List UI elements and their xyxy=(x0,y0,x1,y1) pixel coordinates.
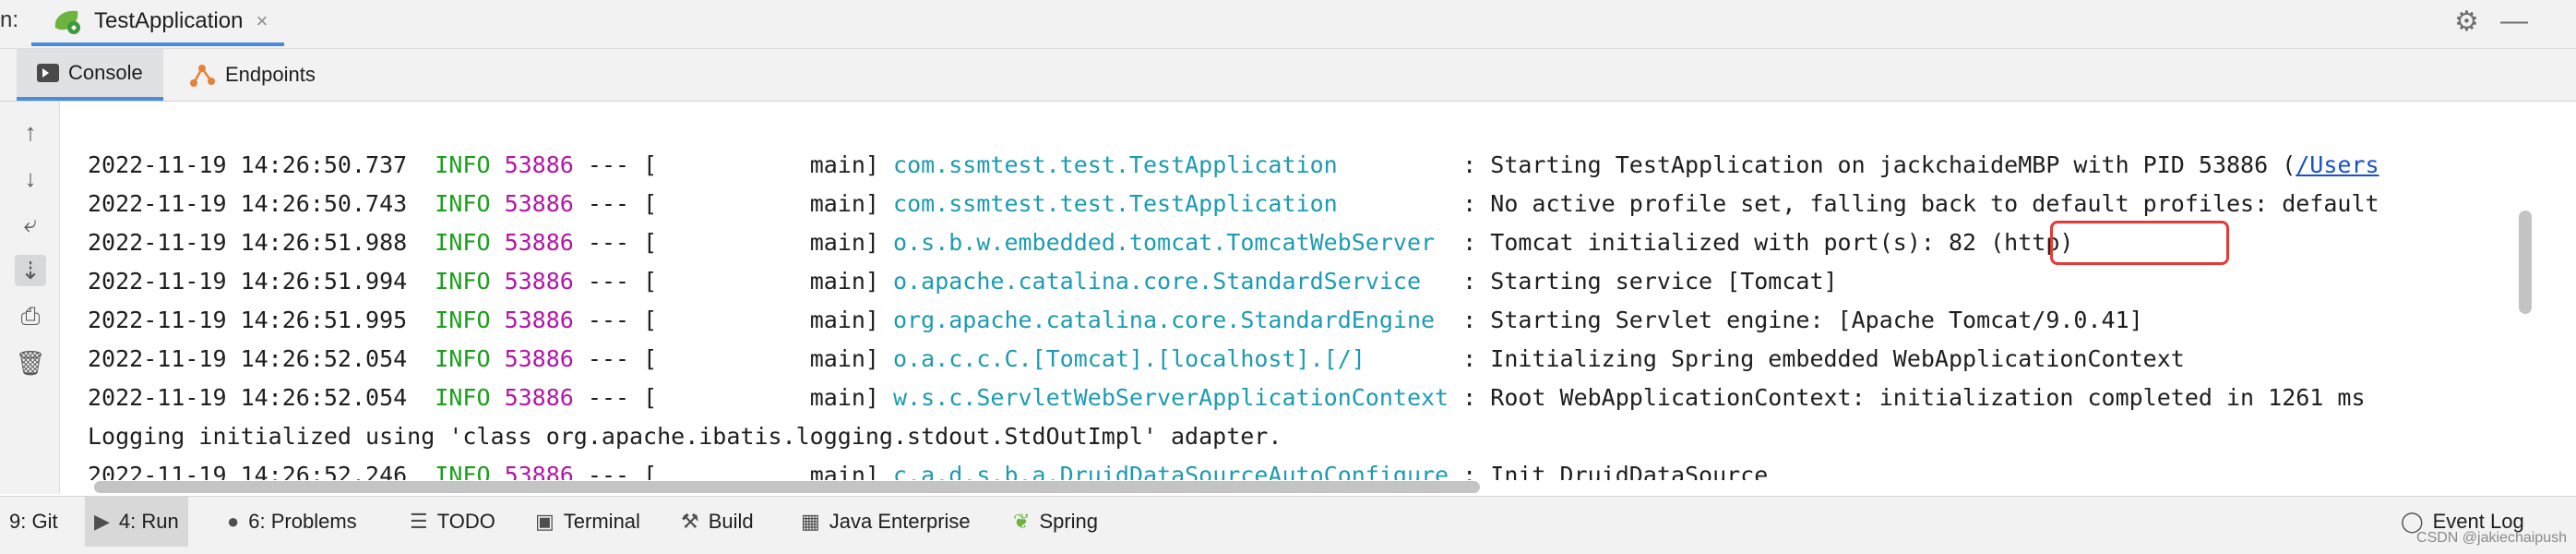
tool-git[interactable]: 9: Git xyxy=(0,497,67,547)
console-icon xyxy=(37,64,59,82)
run-icon: ▶ xyxy=(94,510,110,533)
hammer-icon: ⚒ xyxy=(681,510,699,533)
tool-git-label: 9: Git xyxy=(9,510,58,533)
tab-console[interactable]: Console xyxy=(17,49,163,101)
log-line: 2022-11-19 14:26:51.994 INFO 53886 --- [… xyxy=(88,268,1838,295)
tool-window-bar: 9: Git ▶ 4: Run ● 6: Problems ☰ TODO ▣ T… xyxy=(0,496,2576,547)
horizontal-scrollbar[interactable] xyxy=(94,481,1480,493)
logger-link[interactable]: org.apache.catalina.core.StandardEngine xyxy=(893,307,1449,333)
logger-link[interactable]: o.apache.catalina.core.StandardService xyxy=(893,268,1449,295)
logger-link[interactable]: com.ssmtest.test.TestApplication xyxy=(893,151,1449,178)
tool-java-enterprise[interactable]: ▦ Java Enterprise xyxy=(792,497,980,547)
tab-endpoints-label: Endpoints xyxy=(225,63,316,86)
log-line-plain: Logging initialized using 'class org.apa… xyxy=(88,423,1282,450)
tool-problems-label: 6: Problems xyxy=(248,510,357,533)
run-label: n: xyxy=(0,7,19,32)
tool-build[interactable]: ⚒ Build xyxy=(672,497,763,547)
spring-leaf-icon: ❦ xyxy=(1013,510,1031,533)
terminal-icon: ▣ xyxy=(535,510,555,533)
log-line: 2022-11-19 14:26:52.054 INFO 53886 --- [… xyxy=(88,345,2185,372)
log-line-partial: 2022-11-19 14:26:52.246 INFO 53886 --- [… xyxy=(88,462,1769,480)
log-line: 2022-11-19 14:26:50.743 INFO 53886 --- [… xyxy=(88,190,2379,217)
watermark: CSDN @jakiechaipush xyxy=(2416,530,2567,546)
soft-wrap-icon[interactable]: ⤶ xyxy=(15,209,46,240)
run-tab-testapplication[interactable]: TestApplication × xyxy=(31,0,285,46)
log-line: 2022-11-19 14:26:51.988 INFO 53886 --- [… xyxy=(88,229,2074,256)
endpoints-icon xyxy=(190,65,215,87)
logger-link[interactable]: o.s.b.w.embedded.tomcat.TomcatWebServer xyxy=(893,229,1449,256)
console-output[interactable]: 2022-11-19 14:26:50.737 INFO 53886 --- [… xyxy=(60,102,2514,480)
tool-java-enterprise-label: Java Enterprise xyxy=(829,510,971,533)
path-link[interactable]: /Users xyxy=(2296,151,2379,178)
tab-endpoints[interactable]: Endpoints xyxy=(168,49,336,101)
vertical-scrollbar[interactable] xyxy=(2519,211,2532,314)
logger-link[interactable]: com.ssmtest.test.TestApplication xyxy=(893,190,1449,217)
status-bar xyxy=(0,547,2576,554)
scroll-to-end-icon[interactable]: ⇣ xyxy=(15,255,46,286)
tool-run-label: 4: Run xyxy=(118,510,179,533)
spring-boot-run-icon xyxy=(54,10,80,34)
tool-problems[interactable]: ● 6: Problems xyxy=(218,497,366,547)
problems-icon: ● xyxy=(227,510,240,533)
tool-todo[interactable]: ☰ TODO xyxy=(400,497,505,547)
console-subtabs: Console Endpoints xyxy=(0,49,2576,102)
tool-run[interactable]: ▶ 4: Run xyxy=(85,497,188,547)
logger-link[interactable]: o.a.c.c.C.[Tomcat].[localhost].[/] xyxy=(893,345,1449,372)
print-icon[interactable]: ⎙ xyxy=(15,301,46,332)
minimize-icon[interactable]: — xyxy=(2500,6,2528,37)
run-tab-title: TestApplication xyxy=(94,8,244,33)
logger-link[interactable]: w.s.c.ServletWebServerApplicationContext xyxy=(893,384,1449,411)
run-tool-window-header: n: TestApplication × ⚙ — xyxy=(0,0,2576,49)
tool-terminal-label: Terminal xyxy=(563,510,640,533)
port-highlight-box xyxy=(2050,221,2229,265)
tool-todo-label: TODO xyxy=(436,510,495,533)
trash-icon[interactable]: 🗑 xyxy=(15,347,46,379)
log-line: 2022-11-19 14:26:52.054 INFO 53886 --- [… xyxy=(88,384,2366,411)
tab-console-label: Console xyxy=(68,61,143,84)
console-toolbar: ↑ ↓ ⤶ ⇣ ⎙ 🗑 xyxy=(0,102,60,494)
java-enterprise-icon: ▦ xyxy=(801,510,820,533)
todo-list-icon: ☰ xyxy=(410,510,428,533)
arrow-down-icon[interactable]: ↓ xyxy=(15,163,46,194)
tool-terminal[interactable]: ▣ Terminal xyxy=(526,497,650,547)
tool-spring-label: Spring xyxy=(1039,510,1099,533)
gear-icon[interactable]: ⚙ xyxy=(2454,6,2479,38)
tool-spring[interactable]: ❦ Spring xyxy=(1004,497,1107,547)
close-icon[interactable]: × xyxy=(256,9,268,33)
arrow-up-icon[interactable]: ↑ xyxy=(15,116,46,148)
log-line: 2022-11-19 14:26:51.995 INFO 53886 --- [… xyxy=(88,307,2143,333)
log-line: 2022-11-19 14:26:50.737 INFO 53886 --- [… xyxy=(88,151,2379,178)
tool-build-label: Build xyxy=(708,510,754,533)
